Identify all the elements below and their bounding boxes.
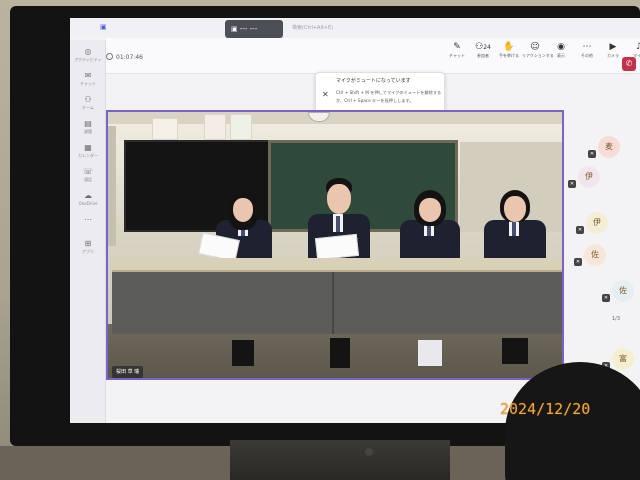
title-bar: ▣ ▣ --- --- 検索(Ctrl+Alt+E) bbox=[70, 18, 640, 38]
rail-item[interactable]: ▦ カレンダー bbox=[70, 142, 106, 164]
toolbar-button[interactable]: ☺ リアクションする bbox=[522, 42, 554, 59]
participant-avatar[interactable]: 伊 bbox=[586, 212, 608, 234]
rail-label: アクティビティ bbox=[74, 57, 102, 62]
mic-off-icon: ✕ bbox=[322, 90, 329, 99]
toolbar-icon: ☺ bbox=[530, 42, 540, 52]
mic-muted-icon: ✕ bbox=[574, 258, 582, 266]
avatar-initial: 佐 bbox=[619, 286, 627, 295]
rail-item[interactable]: ▤ 課題 bbox=[70, 118, 106, 140]
toolbar-label: その他 bbox=[581, 53, 593, 58]
paper bbox=[314, 233, 360, 261]
rail-icon: ▦ bbox=[84, 143, 92, 152]
participant-avatar[interactable]: 富 bbox=[612, 348, 634, 370]
desk bbox=[112, 258, 562, 272]
rail-item[interactable]: ⚇ チーム bbox=[70, 94, 106, 116]
teams-screen: ▣ ▣ --- --- 検索(Ctrl+Alt+E) ◎ アクティビティ ✉ チャット… bbox=[70, 18, 640, 423]
main-video[interactable]: 桜田 草 瑞 bbox=[106, 110, 564, 380]
avatar-initial: 麦 bbox=[605, 142, 613, 151]
rail-item[interactable]: ✉ チャット bbox=[70, 70, 106, 92]
meeting-icon: ▣ bbox=[231, 25, 240, 33]
participant-avatar[interactable]: 佐 bbox=[612, 280, 634, 302]
search-input[interactable]: 検索(Ctrl+Alt+E) bbox=[292, 24, 333, 31]
rail-icon: ⋯ bbox=[84, 215, 92, 224]
toolbar-icon: ⚇24 bbox=[475, 42, 491, 52]
speaker-nameplate: 桜田 草 瑞 bbox=[112, 366, 144, 378]
rail-icon: ⊞ bbox=[84, 239, 92, 248]
toolbar-button[interactable]: ⋯ その他 bbox=[574, 42, 600, 59]
toolbar-label: リアクションする bbox=[522, 53, 554, 58]
participant-avatar[interactable]: 伊 bbox=[578, 166, 600, 188]
mute-body: Ctrl + Shift + M を押してマイクのミュートを解除するか、Ctrl… bbox=[336, 90, 442, 103]
panel-pager[interactable]: 1/3 bbox=[612, 316, 620, 322]
rail-icon: ✉ bbox=[84, 71, 92, 80]
timer-icon bbox=[106, 53, 113, 60]
avatar-initial: 富 bbox=[619, 354, 627, 363]
toolbar-icon: ✎ bbox=[453, 42, 461, 52]
toolbar-icon: ⋯ bbox=[582, 42, 592, 52]
rail-icon: ☁ bbox=[84, 191, 92, 200]
rail-label: チーム bbox=[82, 105, 94, 110]
poster bbox=[152, 118, 178, 140]
rail-label: OneDrive bbox=[78, 201, 98, 206]
rail-label: カレンダー bbox=[78, 153, 98, 158]
toolbar-icon: ♪ bbox=[636, 42, 640, 52]
meeting-pill[interactable]: ▣ --- --- bbox=[225, 20, 283, 38]
toolbar-button[interactable]: ◉ 表示 bbox=[548, 42, 574, 59]
monitor-logo-icon bbox=[365, 448, 373, 456]
toolbar-label: 表示 bbox=[557, 53, 565, 58]
toolbar-icon: ✋ bbox=[503, 42, 515, 52]
rail-icon: ◎ bbox=[84, 47, 92, 56]
toolbar-icon: ▶ bbox=[609, 42, 617, 52]
mic-muted-icon: ✕ bbox=[576, 226, 584, 234]
avatar-initial: 伊 bbox=[585, 172, 593, 181]
toolbar-label: チャット bbox=[449, 53, 465, 58]
rail-label: チャット bbox=[80, 81, 96, 86]
rail-label: アプリ bbox=[82, 249, 94, 254]
toolbar-icon: ◉ bbox=[557, 42, 565, 52]
monitor-stand bbox=[230, 440, 450, 480]
leave-button[interactable]: ✆ bbox=[622, 57, 636, 71]
rail-icon: ⚇ bbox=[84, 95, 92, 104]
rail-label: 課題 bbox=[84, 129, 92, 134]
phone-icon: ✆ bbox=[625, 59, 633, 68]
meeting-timer: 01:07:46 bbox=[116, 54, 143, 61]
toolbar-button[interactable]: ▶ カメラ bbox=[600, 42, 626, 59]
participant-avatar[interactable]: 佐 bbox=[584, 244, 606, 266]
poster bbox=[230, 114, 252, 140]
toolbar-button[interactable]: ✋ 手を挙げる bbox=[496, 42, 522, 59]
photo-scene: ▣ ▣ --- --- 検索(Ctrl+Alt+E) ◎ アクティビティ ✉ チャット… bbox=[0, 0, 640, 480]
wall-edge bbox=[108, 126, 116, 246]
toolbar-label: 手を挙げる bbox=[499, 53, 519, 58]
teams-logo-icon: ▣ bbox=[100, 23, 107, 31]
avatar-initial: 佐 bbox=[591, 250, 599, 259]
avatar-initial: 伊 bbox=[593, 218, 601, 227]
mic-muted-icon: ✕ bbox=[568, 180, 576, 188]
rail-icon: ☏ bbox=[82, 167, 93, 176]
poster bbox=[204, 114, 226, 140]
meeting-toolbar: 01:07:46 ✎ チャット ⚇24 参加者 ✋ 手を挙げる ☺ リアクションする ◉ 表示 ⋯ そ… bbox=[106, 38, 640, 74]
left-rail: ◎ アクティビティ ✉ チャット ⚇ チーム ▤ 課題 ▦ カレンダー ☏ 通話 ☁ OneDrive ⋯ ⊞… bbox=[70, 40, 106, 423]
desk-front bbox=[112, 272, 562, 334]
rail-item[interactable]: ⊞ アプリ bbox=[70, 238, 106, 260]
rail-label: 通話 bbox=[84, 177, 92, 182]
toolbar-label: 参加者 bbox=[477, 53, 489, 58]
participant-avatar[interactable]: 麦 bbox=[598, 136, 620, 158]
mic-muted-icon: ✕ bbox=[588, 150, 596, 158]
mute-title: マイクがミュートになっています bbox=[336, 78, 411, 84]
toolbar-button[interactable]: ✎ チャット bbox=[444, 42, 470, 59]
photo-date-stamp: 2024/12/20 bbox=[500, 400, 591, 418]
rail-icon: ▤ bbox=[84, 119, 92, 128]
participant-count: 24 bbox=[483, 44, 491, 51]
rail-item[interactable]: ☁ OneDrive bbox=[70, 190, 106, 212]
meeting-title: --- --- bbox=[239, 25, 258, 33]
rail-item[interactable]: ◎ アクティビティ bbox=[70, 46, 106, 68]
mic-muted-icon: ✕ bbox=[602, 294, 610, 302]
rail-item[interactable]: ☏ 通話 bbox=[70, 166, 106, 188]
rail-item[interactable]: ⋯ bbox=[70, 214, 106, 236]
toolbar-button[interactable]: ⚇24 参加者 bbox=[470, 42, 496, 59]
